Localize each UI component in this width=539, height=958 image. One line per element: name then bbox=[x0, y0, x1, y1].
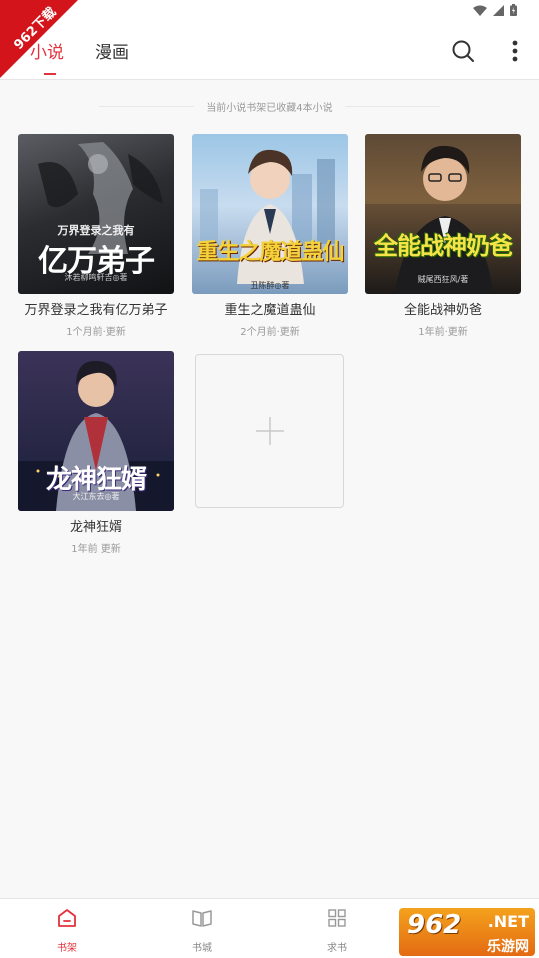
search-button[interactable] bbox=[448, 36, 478, 66]
nav-item-bookstore[interactable]: 书城 bbox=[172, 905, 232, 954]
cover-title: 全能战神奶爸 bbox=[374, 231, 513, 260]
shelf-info: 当前小说书架已收藏4本小说 bbox=[0, 98, 539, 114]
book-update-time: 2个月前·更新 bbox=[240, 327, 300, 338]
watermark-logo: 962 .NET 乐游网 bbox=[399, 908, 535, 956]
book-title: 万界登录之我有亿万弟子 bbox=[24, 303, 168, 318]
signal-icon bbox=[493, 4, 504, 16]
plus-icon bbox=[255, 417, 284, 445]
tab-comic[interactable]: 漫画 bbox=[95, 38, 129, 63]
nav-item-bookshelf[interactable]: 书架 bbox=[37, 905, 97, 954]
cover-title: 重生之魔道蛊仙 bbox=[196, 239, 344, 265]
watermark-site-name: 乐游网 bbox=[487, 939, 529, 955]
book-item[interactable]: 重生之魔道蛊仙 丑陈醉◎著 重生之魔道蛊仙 2个月前·更新 bbox=[192, 134, 348, 338]
book-item[interactable]: 龙神狂婿 大江东去◎著 龙神狂婿 1年前 更新 bbox=[18, 351, 174, 555]
divider bbox=[344, 105, 440, 107]
book-update-time: 1年前 更新 bbox=[71, 544, 121, 555]
cover-author: 贼尾西狂风/著 bbox=[417, 275, 469, 284]
wifi-icon bbox=[473, 5, 487, 16]
search-icon bbox=[452, 40, 474, 62]
book-title: 重生之魔道蛊仙 bbox=[224, 303, 316, 318]
shelf-count-text: 当前小说书架已收藏4本小说 bbox=[206, 102, 333, 114]
status-icons bbox=[473, 4, 517, 16]
divider bbox=[99, 105, 195, 107]
cover-author: 丑陈醉◎著 bbox=[250, 281, 290, 290]
nav-label: 书城 bbox=[192, 943, 212, 954]
cover-illustration bbox=[365, 134, 521, 294]
add-book-button[interactable] bbox=[195, 354, 344, 508]
book-item[interactable]: 万界登录之我有 亿万弟子 沐若柳鸣轩吉◎著 万界登录之我有亿万弟子 1个月前·更… bbox=[18, 134, 174, 338]
more-options-button[interactable] bbox=[500, 36, 530, 66]
cover-author: 大江东去◎著 bbox=[72, 492, 120, 501]
cover-illustration bbox=[200, 149, 335, 284]
book-cover[interactable]: 重生之魔道蛊仙 丑陈醉◎著 bbox=[192, 134, 348, 294]
grid-icon bbox=[328, 909, 346, 927]
more-vertical-icon bbox=[512, 40, 518, 62]
nav-label: 书架 bbox=[57, 943, 77, 954]
nav-label: 求书 bbox=[327, 943, 347, 954]
book-update-time: 1个月前·更新 bbox=[66, 327, 126, 338]
watermark-number: 962 bbox=[407, 910, 462, 940]
battery-icon bbox=[510, 4, 517, 16]
book-title: 全能战神奶爸 bbox=[403, 303, 482, 318]
watermark-domain: .NET bbox=[487, 912, 529, 931]
book-title: 龙神狂婿 bbox=[69, 520, 122, 535]
book-open-icon bbox=[192, 910, 212, 927]
book-update-time: 1年前·更新 bbox=[418, 327, 468, 338]
cover-author: 沐若柳鸣轩吉◎著 bbox=[64, 273, 128, 282]
book-cover[interactable]: 全能战神奶爸 贼尾西狂风/著 bbox=[365, 134, 521, 294]
book-cover[interactable]: 万界登录之我有 亿万弟子 沐若柳鸣轩吉◎著 bbox=[18, 134, 174, 294]
home-icon bbox=[58, 909, 76, 927]
book-item[interactable]: 全能战神奶爸 贼尾西狂风/著 全能战神奶爸 1年前·更新 bbox=[365, 134, 521, 338]
status-bar bbox=[0, 0, 539, 22]
book-cover[interactable]: 龙神狂婿 大江东去◎著 bbox=[18, 351, 174, 511]
nav-item-request-book[interactable]: 求书 bbox=[307, 905, 367, 954]
top-header: 小说 漫画 bbox=[0, 22, 539, 80]
